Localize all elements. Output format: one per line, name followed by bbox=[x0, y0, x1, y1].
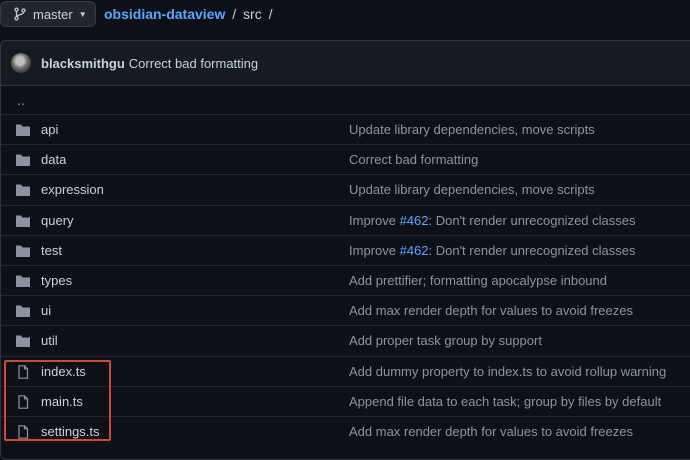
file-icon bbox=[15, 394, 31, 409]
folder-row[interactable]: ui Add max render depth for values to avo… bbox=[1, 296, 690, 327]
chevron-down-icon: ▼ bbox=[78, 9, 87, 19]
issue-reference-link[interactable]: #462 bbox=[400, 213, 429, 228]
folder-icon bbox=[15, 304, 31, 318]
top-bar: master ▼ obsidian-dataview / src / bbox=[0, 0, 690, 30]
parent-directory-row[interactable]: .. bbox=[1, 86, 690, 115]
latest-commit-bar: blacksmithgu Correct bad formatting bbox=[1, 41, 690, 86]
breadcrumb-repo-link[interactable]: obsidian-dataview bbox=[104, 6, 225, 22]
folder-icon bbox=[15, 214, 31, 228]
folder-icon bbox=[15, 274, 31, 288]
folder-row[interactable]: api Update library dependencies, move scr… bbox=[1, 115, 690, 146]
folder-icon bbox=[15, 153, 31, 167]
file-row[interactable]: main.ts Append file data to each task; gr… bbox=[1, 387, 690, 417]
folder-row[interactable]: expression Update library dependencies, m… bbox=[1, 175, 690, 206]
commit-message-suffix: : Don't render unrecognized classes bbox=[428, 242, 636, 258]
row-commit-message[interactable]: Add prettifier; formatting apocalypse in… bbox=[349, 273, 607, 288]
folder-row[interactable]: query Improve #462: Don't render unrecogn… bbox=[1, 206, 690, 236]
file-icon bbox=[15, 364, 31, 379]
row-commit-message[interactable]: Update library dependencies, move script… bbox=[349, 122, 595, 137]
row-commit-message[interactable]: Append file data to each task; group by … bbox=[349, 394, 661, 409]
folder-row[interactable]: test Improve #462: Don't render unrecogni… bbox=[1, 236, 690, 266]
branch-select-button[interactable]: master ▼ bbox=[0, 1, 96, 27]
folder-icon bbox=[15, 334, 31, 348]
file-name-link[interactable]: index.ts bbox=[41, 364, 86, 379]
breadcrumb-trailing-separator: / bbox=[268, 6, 273, 22]
git-branch-icon bbox=[14, 7, 26, 21]
folder-name-link[interactable]: test bbox=[41, 243, 62, 258]
folder-row[interactable]: util Add proper task group by support bbox=[1, 326, 690, 357]
file-row[interactable]: settings.ts Add max render depth for valu… bbox=[1, 417, 690, 447]
row-commit-message[interactable]: Add max render depth for values to avoid… bbox=[349, 303, 633, 318]
row-commit-message[interactable]: Update library dependencies, move script… bbox=[349, 182, 595, 197]
row-commit-message[interactable]: Add proper task group by support bbox=[349, 333, 542, 348]
folder-row[interactable]: data Correct bad formatting bbox=[1, 145, 690, 176]
commit-message-suffix: : Don't render unrecognized classes bbox=[428, 212, 636, 228]
row-commit-message[interactable]: Add max render depth for values to avoid… bbox=[349, 424, 633, 439]
folder-name-link[interactable]: query bbox=[41, 213, 74, 228]
parent-directory-link[interactable]: .. bbox=[17, 92, 25, 108]
issue-reference-link[interactable]: #462 bbox=[400, 243, 429, 258]
file-rows: api Update library dependencies, move scr… bbox=[1, 115, 690, 447]
folder-row[interactable]: types Add prettifier; formatting apocalyp… bbox=[1, 266, 690, 297]
row-commit-message[interactable]: Correct bad formatting bbox=[349, 152, 478, 167]
row-commit-message[interactable]: Improve #462: Don't render unrecognized … bbox=[349, 213, 635, 228]
file-row[interactable]: index.ts Add dummy property to index.ts t… bbox=[1, 357, 690, 387]
file-icon bbox=[15, 425, 31, 439]
avatar[interactable] bbox=[11, 53, 31, 73]
folder-name-link[interactable]: expression bbox=[41, 182, 104, 197]
folder-icon bbox=[15, 123, 31, 137]
breadcrumb: obsidian-dataview / src / bbox=[104, 6, 275, 22]
commit-message-prefix: Improve bbox=[349, 242, 400, 258]
commit-message-link[interactable]: Correct bad formatting bbox=[129, 56, 258, 71]
commit-author-link[interactable]: blacksmithgu bbox=[41, 56, 125, 71]
row-commit-message[interactable]: Add dummy property to index.ts to avoid … bbox=[349, 364, 666, 379]
folder-name-link[interactable]: data bbox=[41, 152, 66, 167]
row-commit-message[interactable]: Improve #462: Don't render unrecognized … bbox=[349, 243, 635, 258]
file-name-link[interactable]: main.ts bbox=[41, 394, 83, 409]
folder-icon bbox=[15, 183, 31, 197]
branch-name: master bbox=[33, 6, 73, 22]
folder-name-link[interactable]: ui bbox=[41, 303, 51, 318]
file-list-box: blacksmithgu Correct bad formatting .. a… bbox=[0, 40, 690, 460]
folder-name-link[interactable]: types bbox=[41, 273, 72, 288]
breadcrumb-folder: src bbox=[243, 6, 262, 22]
file-name-link[interactable]: settings.ts bbox=[41, 424, 100, 439]
commit-message-prefix: Improve bbox=[349, 212, 400, 228]
folder-name-link[interactable]: util bbox=[41, 333, 58, 348]
folder-name-link[interactable]: api bbox=[41, 122, 58, 137]
breadcrumb-separator: / bbox=[232, 6, 237, 22]
folder-icon bbox=[15, 244, 31, 258]
